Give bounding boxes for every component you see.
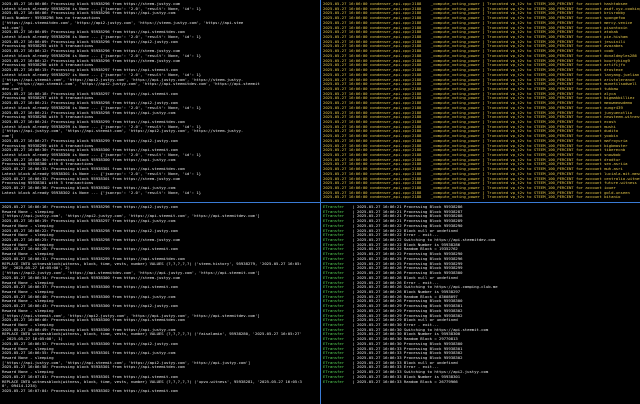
pane-divider-horizontal	[0, 202, 640, 203]
tag-separator: |	[350, 209, 358, 214]
tag-separator: |	[350, 219, 358, 224]
log-message: 2025-05-27 16:06:26 Block null or undefi…	[357, 275, 458, 280]
log-message: 2025-05-27 16:06:29 Block null or undefi…	[357, 318, 458, 323]
log-message: 2025-05-27 16:06:33 Error - exit...	[357, 365, 440, 370]
log-message: 2025-05-27 16:06:33 Block Number is 9593…	[357, 374, 461, 379]
tag-separator: |	[350, 299, 358, 304]
tag-separator: |	[350, 205, 358, 209]
log-message: 2025-05-27 16:06:26 Processing Block 959…	[357, 299, 463, 304]
terminal-pane-etransfer[interactable]: ETransfer | 2025-05-27 16:06:21 Processi…	[321, 203, 640, 404]
log-message: 2025-05-27 16:06:21 Processing Block 959…	[357, 209, 463, 214]
log-message: 2025-05-27 16:06:21 Processing Block 959…	[357, 214, 463, 219]
terminal-pane-block-processor[interactable]: 2025-05-27 16:06:06: Processing block 95…	[0, 0, 320, 202]
tag-separator: |	[350, 247, 358, 252]
tag-separator: |	[350, 266, 358, 271]
log-message: 2025-05-27 16:06:22 Block Number is 9593…	[357, 242, 461, 247]
log-message: 2025-05-27 16:06:26 Processing Block 959…	[357, 271, 463, 276]
tag-separator: |	[350, 280, 358, 285]
tag-separator: |	[350, 242, 358, 247]
log-message: 2025-05-27 16:06:30 Processing Block 959…	[357, 341, 463, 346]
tag-separator: |	[350, 337, 358, 342]
log-line: ETransfer | 2025-05-27 16:06:33 Random B…	[323, 380, 640, 385]
tag-separator: |	[350, 365, 358, 370]
log-message: 2025-05-27 16:06:25 Processing Block 959…	[357, 261, 463, 266]
tag-separator: |	[350, 214, 358, 219]
tag-separator: |	[350, 351, 358, 356]
log-message: 2025-05-27 16:06:22 Processing Block 959…	[357, 252, 463, 257]
log-message: 2025-05-27 16:06:33 Processing Block 959…	[357, 351, 463, 356]
tag-separator: |	[350, 271, 358, 276]
log-message: 2025-05-27 16:06:26 Switching to https:/…	[357, 285, 498, 290]
log-message: 2025-05-27 16:06:21 Processing Block 959…	[357, 205, 463, 209]
tag-separator: |	[350, 233, 358, 238]
log-line: REPLACE INTO witnessblock(witness, block…	[2, 379, 302, 384]
tag-separator: |	[350, 223, 358, 228]
log-message: 2025-05-27 16:06:29 Processing Block 959…	[357, 304, 463, 309]
log-message: 2025-05-27 16:06:30 Random Block = 29770…	[357, 337, 458, 342]
process-tag: ETransfer	[323, 379, 345, 384]
log-message: 2025-05-27 16:06:22 Block null or undefi…	[357, 228, 458, 233]
log-message: 2025-05-27 16:06:22 Processing Block 959…	[357, 223, 463, 228]
log-message: 2025-05-27 16:06:29 Processing Block 959…	[357, 308, 463, 313]
log-line: 2025-05-27 16:06:00 condenser_api.cpp:21…	[323, 195, 621, 200]
tag-separator: |	[350, 228, 358, 233]
tag-separator: |	[350, 346, 358, 351]
terminal-pane-steemd-log[interactable]: 2025-05-27 16:06:00 condenser_api.cpp:21…	[321, 0, 640, 202]
tag-separator: |	[350, 341, 358, 346]
log-message: 2025-05-27 16:06:30 Block Number is 9593…	[357, 332, 461, 337]
tag-separator: |	[350, 285, 358, 290]
log-line: 2025-05-27 16:07:04: Processing block 95…	[2, 389, 178, 394]
tag-separator: |	[350, 322, 358, 327]
tag-separator: |	[350, 360, 358, 365]
log-line: Latest block already 95938302 is None ..…	[2, 190, 202, 195]
log-message: 2025-05-27 16:06:33 Block null or undefi…	[357, 360, 458, 365]
log-message: 2025-05-27 16:06:30 Error - exit...	[357, 322, 440, 327]
log-message: 2025-05-27 16:06:33 Switching to https:/…	[357, 370, 489, 375]
tag-separator: |	[350, 256, 358, 261]
tag-separator: |	[350, 370, 358, 375]
tag-separator: |	[350, 374, 358, 379]
tag-separator: |	[350, 332, 358, 337]
tag-separator: |	[350, 275, 358, 280]
tag-separator: |	[350, 327, 358, 332]
log-message: 2025-05-27 16:06:26 Random Block = 83608…	[357, 294, 458, 299]
tag-separator: |	[350, 304, 358, 309]
tag-separator: |	[350, 252, 358, 257]
log-message: 2025-05-27 16:06:29 Processing Block 959…	[357, 313, 463, 318]
terminal-pane-reward-witness[interactable]: 2025-05-27 16:06:16: Processing block 95…	[0, 203, 320, 404]
tag-separator: |	[350, 318, 358, 323]
log-message: 2025-05-27 16:06:22 Random Block = 19352…	[357, 247, 458, 252]
log-message: 2025-05-27 16:06:33 Processing Block 959…	[357, 346, 463, 351]
tag-separator: |	[350, 379, 358, 384]
tag-separator: |	[350, 294, 358, 299]
log-message: 2025-05-27 16:06:22 Error - exit...	[357, 233, 440, 238]
tag-separator: |	[350, 308, 358, 313]
log-message: 2025-05-27 16:06:22 Switching to https:/…	[357, 238, 496, 243]
log-message: 2025-05-27 16:06:25 Processing Block 959…	[357, 256, 463, 261]
log-message: 2025-05-27 16:06:33 Processing Block 959…	[357, 356, 463, 360]
log-message: 2025-05-27 16:06:33 Random Block = 26779…	[357, 379, 458, 384]
tag-separator: |	[350, 313, 358, 318]
log-message: 2025-05-27 16:06:26 Block Number is 9593…	[357, 289, 461, 294]
log-message: 2025-05-27 16:06:30 Switching to https:/…	[357, 327, 489, 332]
tag-separator: |	[350, 238, 358, 243]
tag-separator: |	[350, 356, 358, 360]
tag-separator: |	[350, 261, 358, 266]
tag-separator: |	[350, 289, 358, 294]
log-message: 2025-05-27 16:06:21 Processing Block 959…	[357, 219, 463, 224]
log-message: 2025-05-27 16:06:26 Error - exit...	[357, 280, 440, 285]
log-message: 2025-05-27 16:06:26 Processing Block 959…	[357, 266, 463, 271]
